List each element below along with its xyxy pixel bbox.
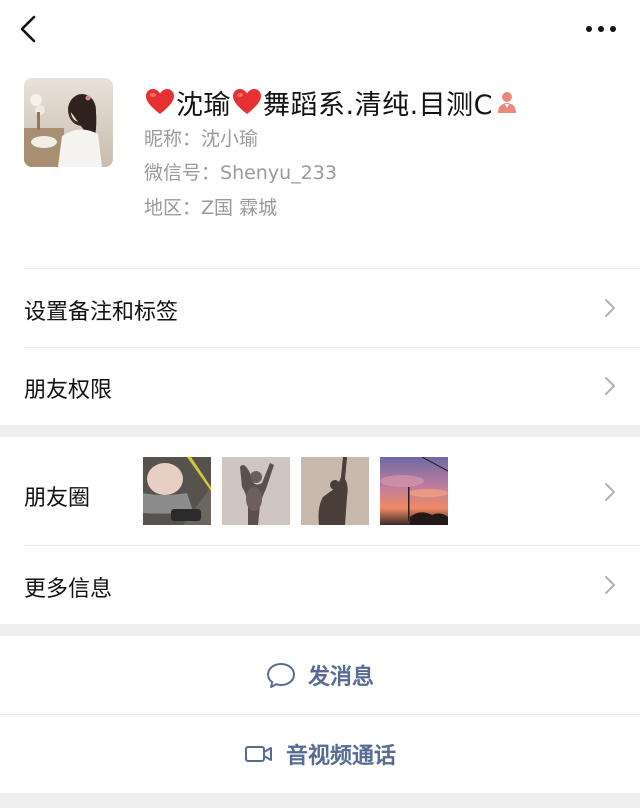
- nickname-label: 昵称：: [144, 128, 202, 150]
- moments-thumbnail: [380, 457, 448, 525]
- region-label: 地区：: [144, 197, 202, 219]
- moments-row[interactable]: 朋友圈: [0, 437, 640, 545]
- nickname-value: 沈小瑜: [201, 128, 259, 150]
- profile-header: 沈瑜 舞蹈系.清纯.目测C 昵称：沈小瑜 微信号：Shenyu_233 地区：Z…: [0, 60, 640, 268]
- section-separator: [0, 793, 640, 808]
- av-call-button[interactable]: 音视频通话: [0, 715, 640, 793]
- female-person-icon: [498, 92, 517, 113]
- video-camera-icon: [244, 746, 272, 762]
- av-call-label: 音视频通话: [285, 744, 396, 769]
- send-message-button[interactable]: 发消息: [0, 636, 640, 714]
- friend-permissions-row[interactable]: 朋友权限: [0, 348, 640, 425]
- nickname-line: 昵称：沈小瑜: [144, 124, 258, 151]
- moments-thumbnail: [301, 457, 369, 525]
- chevron-right-icon: [605, 576, 615, 594]
- chevron-right-icon: [605, 299, 615, 317]
- more-info-label: 更多信息: [24, 577, 113, 602]
- moments-thumbnail: [143, 457, 211, 525]
- back-button[interactable]: [14, 12, 46, 46]
- remark-tags-label: 设置备注和标签: [24, 300, 179, 325]
- red-heart-icon: [233, 89, 261, 114]
- wechat-id-label: 微信号：: [144, 162, 221, 184]
- red-heart-icon: [146, 89, 174, 114]
- section-separator: [0, 425, 640, 437]
- more-info-row[interactable]: 更多信息: [0, 546, 640, 624]
- region-line: 地区：Z国 霖城: [144, 193, 277, 220]
- display-name-text: 沈瑜: [176, 89, 231, 121]
- chevron-right-icon: [605, 483, 615, 501]
- moments-thumbnail: [222, 457, 290, 525]
- section-separator: [0, 624, 640, 636]
- remark-tags-row[interactable]: 设置备注和标签: [0, 269, 640, 347]
- chevron-left-icon: [20, 15, 36, 43]
- wechat-id-value: Shenyu_233: [220, 162, 337, 184]
- wechat-id-line: 微信号：Shenyu_233: [144, 158, 337, 185]
- friend-permissions-label: 朋友权限: [24, 378, 113, 403]
- more-button[interactable]: [584, 16, 618, 42]
- chat-bubble-icon: [266, 663, 295, 688]
- display-name-suffix: 舞蹈系.清纯.目测C: [263, 89, 494, 121]
- more-horizontal-icon: [586, 26, 616, 32]
- top-bar: [0, 0, 640, 60]
- send-message-label: 发消息: [307, 665, 374, 690]
- avatar[interactable]: [24, 78, 113, 167]
- region-value: Z国 霖城: [201, 197, 278, 219]
- chevron-right-icon: [605, 377, 615, 395]
- moments-label: 朋友圈: [24, 486, 91, 511]
- display-name: 沈瑜 舞蹈系.清纯.目测C: [144, 82, 519, 122]
- avatar-photo: [24, 78, 113, 167]
